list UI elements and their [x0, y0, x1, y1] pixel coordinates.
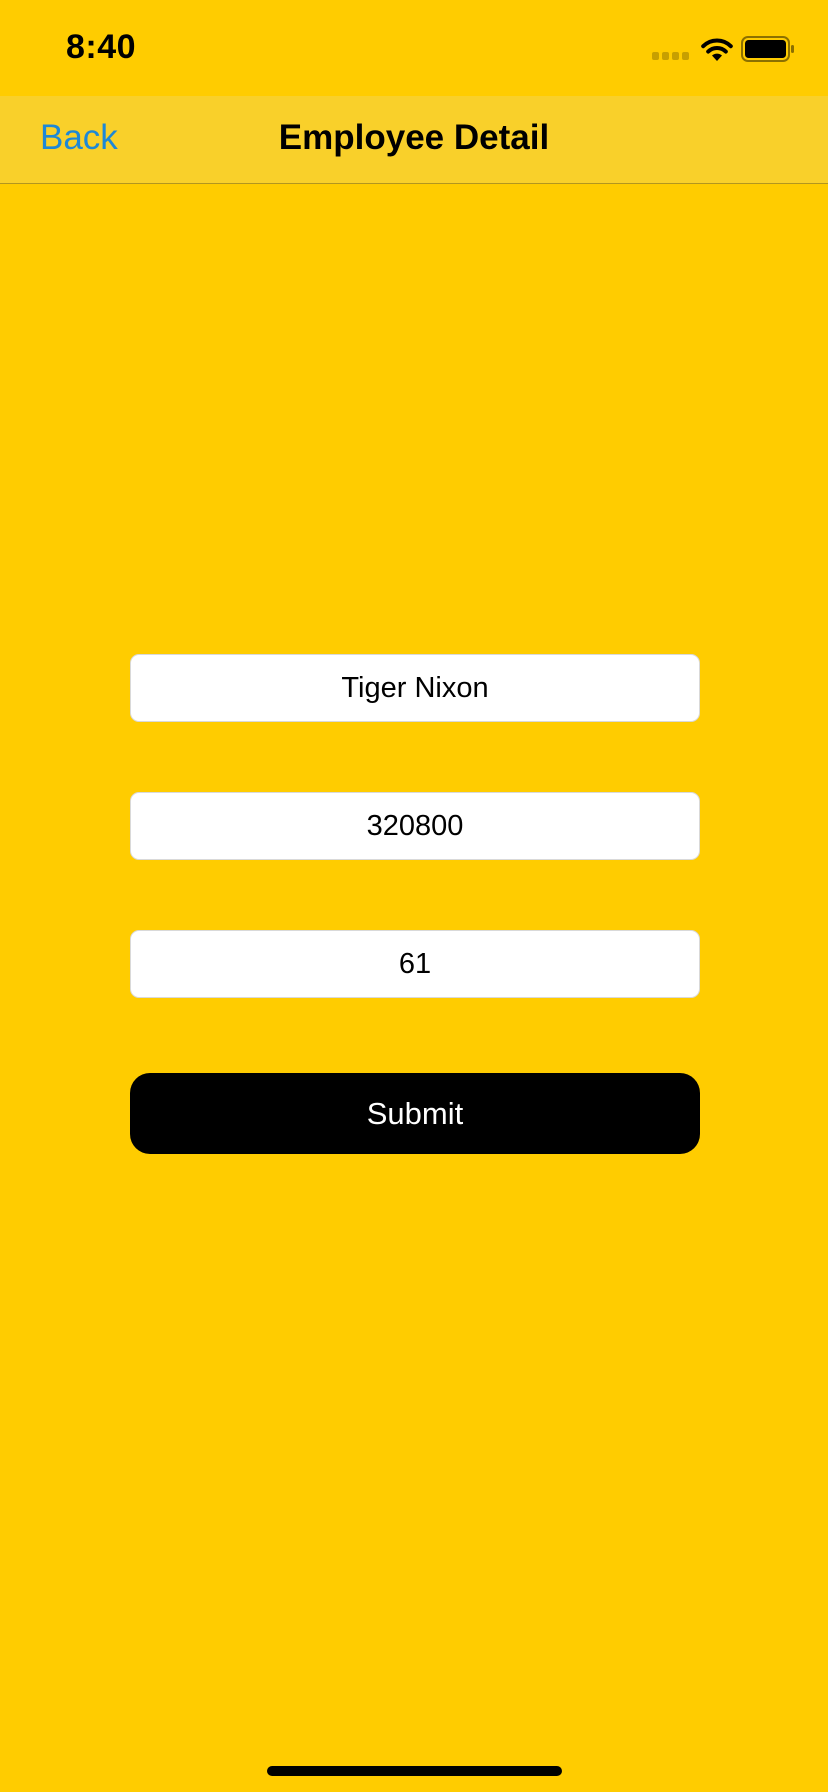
employee-detail-screen: 8:40 Back Employee Detail Submit [0, 0, 828, 1792]
signal-icon [652, 52, 690, 62]
page-title: Employee Detail [278, 118, 550, 157]
battery-icon [741, 36, 794, 62]
navigation-bar: Back Employee Detail [0, 96, 828, 184]
wifi-icon [701, 38, 733, 61]
status-bar: 8:40 [0, 0, 828, 96]
employee-salary-field[interactable] [130, 792, 700, 860]
employee-name-field[interactable] [130, 654, 700, 722]
status-time: 8:40 [66, 28, 137, 66]
submit-button[interactable]: Submit [130, 1073, 700, 1154]
employee-age-field[interactable] [130, 930, 700, 998]
home-indicator [267, 1766, 562, 1776]
